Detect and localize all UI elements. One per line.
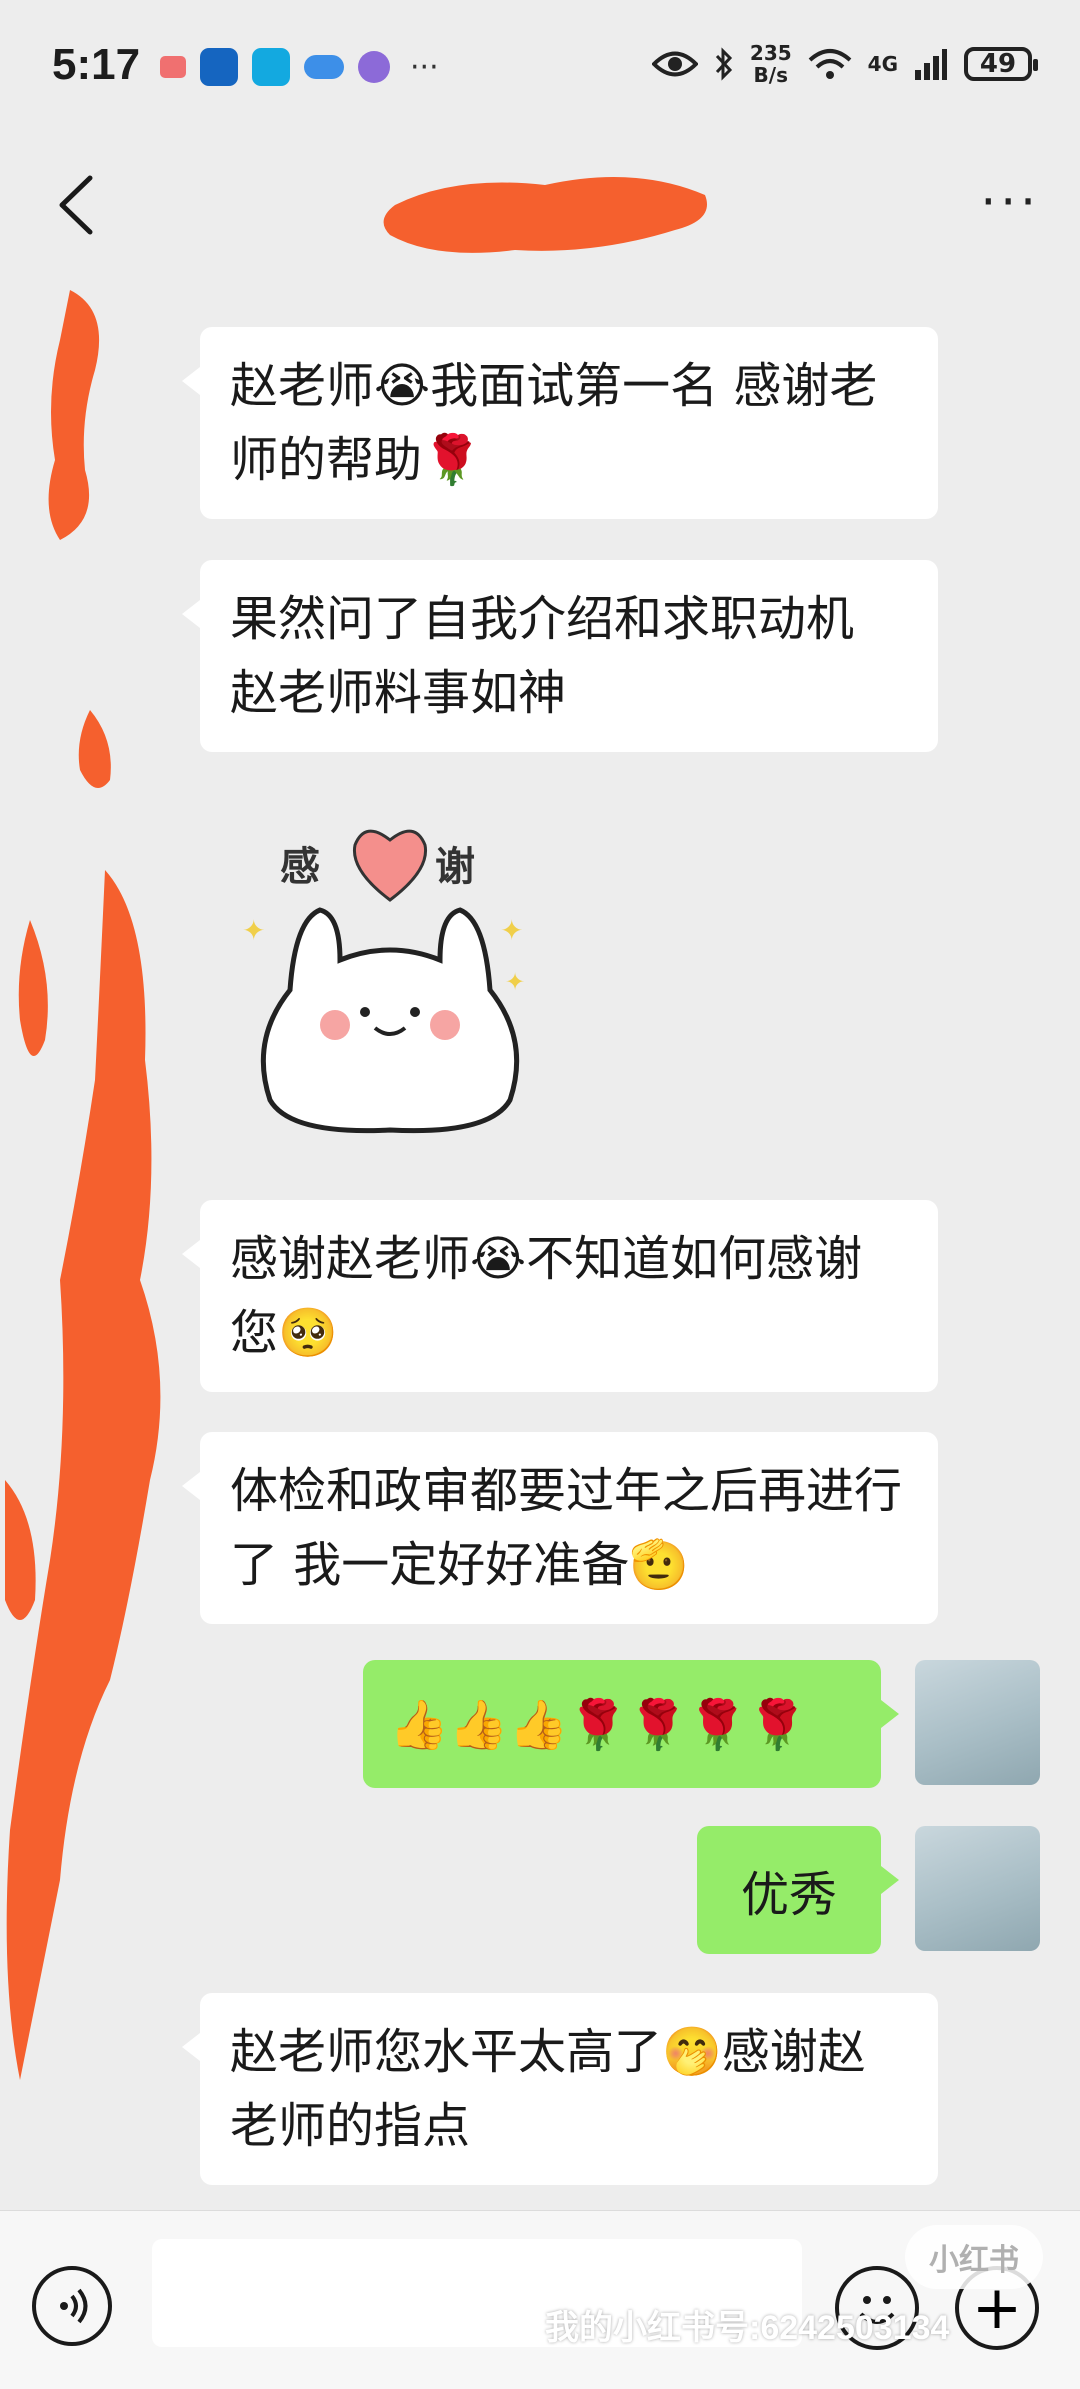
signal-icon [915, 49, 947, 80]
message-bubble-outgoing: 👍👍👍🌹🌹🌹🌹 [363, 1660, 899, 1788]
battery-indicator: 49 [964, 47, 1038, 81]
message-bubble-incoming: 赵老师😭我面试第一名 感谢老师的帮助🌹 [182, 327, 938, 519]
heart-icon [352, 829, 428, 902]
message-bubble-incoming: 感谢赵老师😭不知道如何感谢您🥺 [182, 1200, 938, 1392]
watermark-logo: 小红书 [905, 2225, 1043, 2289]
svg-text:✦: ✦ [242, 914, 265, 947]
eye-icon [651, 51, 698, 77]
svg-text:✦: ✦ [505, 968, 525, 996]
my-avatar[interactable] [915, 1826, 1040, 1951]
status-time: 5:17 [52, 40, 141, 89]
status-bar: 5:17 ··· 235 B/s 4G 49 [0, 0, 1080, 130]
bulb-app-icon [200, 48, 238, 86]
svg-text:✦: ✦ [500, 914, 523, 947]
more-notifications-icon: ··· [410, 49, 439, 85]
watermark-text: 我的小红书号:6242503134 [545, 2309, 950, 2347]
message-bubble-incoming: 体检和政审都要过年之后再进行了 我一定好好准备🫡 [182, 1432, 938, 1624]
wifi-icon [808, 49, 851, 79]
chevron-left-icon[interactable] [48, 170, 108, 240]
message-bubble-incoming: 赵老师您水平太高了🤭感谢赵老师的指点 [182, 1993, 938, 2185]
network-speed: 235 B/s [750, 42, 792, 86]
voice-button[interactable] [32, 2266, 112, 2346]
message-bubble-incoming: 果然问了自我介绍和求职动机 赵老师料事如神 [182, 560, 938, 752]
message-bubble-outgoing: 优秀 [697, 1826, 899, 1954]
sticker-text-right: 谢 [435, 844, 475, 890]
thank-you-sticker: 感 谢 ✦ ✦ ✦ [242, 829, 525, 1134]
search-app-icon [252, 48, 290, 86]
chat-header: ··· [0, 130, 1080, 280]
more-options-button[interactable]: ··· [980, 177, 1040, 227]
redacted-avatars [5, 290, 161, 2080]
voice-icon [60, 2288, 88, 2324]
sticker-text-left: 感 [280, 844, 320, 890]
cloud-icon [304, 55, 344, 79]
music-icon [358, 51, 390, 83]
net-speed-value: 235 [749, 41, 792, 65]
notification-icons: ··· [160, 48, 439, 86]
redacted-contact-name [383, 177, 707, 253]
my-avatar[interactable] [915, 1660, 1040, 1785]
bluetooth-icon [715, 47, 732, 81]
network-type: 4G [867, 52, 898, 76]
app-notification-icon [160, 56, 186, 78]
net-speed-unit: B/s [753, 63, 788, 87]
system-indicators: 235 B/s 4G 49 [651, 42, 1038, 86]
